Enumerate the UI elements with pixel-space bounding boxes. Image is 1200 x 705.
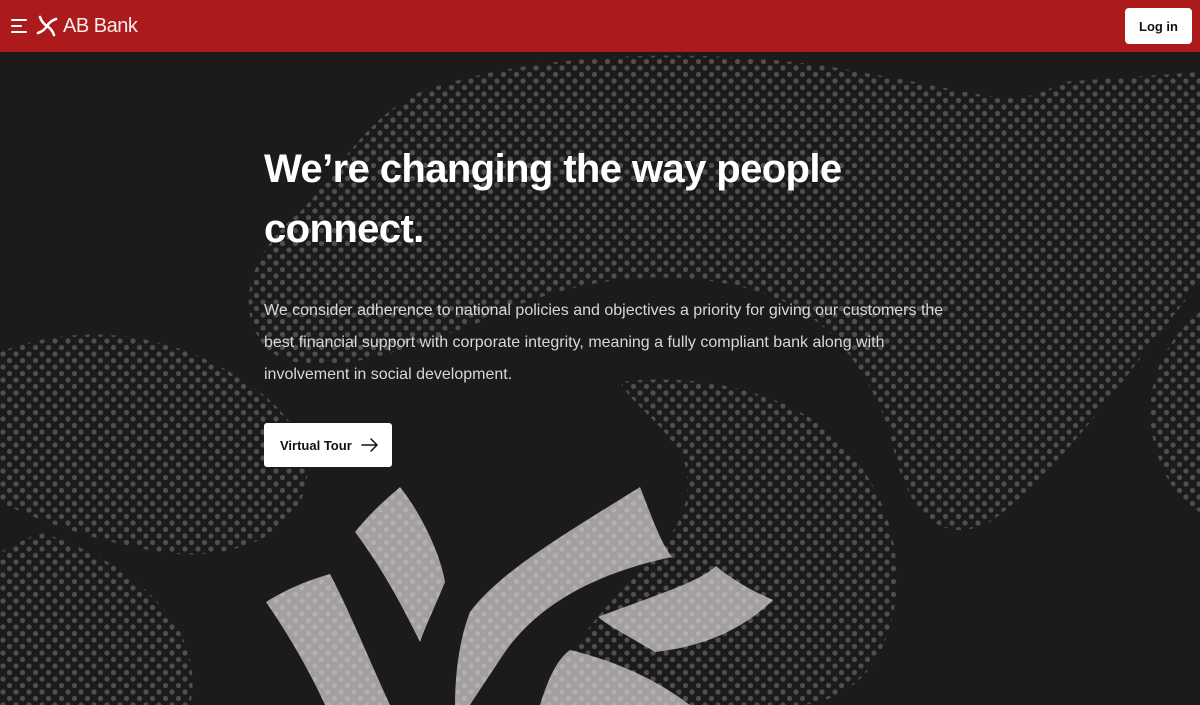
brand-logo-link[interactable]: AB Bank — [36, 13, 138, 39]
hamburger-menu-icon[interactable] — [11, 18, 27, 33]
brand-name: AB Bank — [63, 15, 138, 37]
hero-section: We’re changing the way people connect. W… — [0, 52, 1200, 705]
arrow-right-icon — [361, 438, 378, 452]
virtual-tour-label: Virtual Tour — [280, 437, 352, 453]
hero-headline: We’re changing the way people connect. — [264, 147, 842, 251]
hero-description: We consider adherence to national polici… — [264, 302, 944, 383]
virtual-tour-button[interactable]: Virtual Tour — [264, 423, 392, 467]
top-navigation-bar: AB Bank Log in — [0, 0, 1200, 52]
ab-bank-logo-icon — [36, 15, 58, 37]
log-in-button[interactable]: Log in — [1125, 8, 1192, 44]
hero-content: We’re changing the way people connect. W… — [264, 139, 964, 467]
